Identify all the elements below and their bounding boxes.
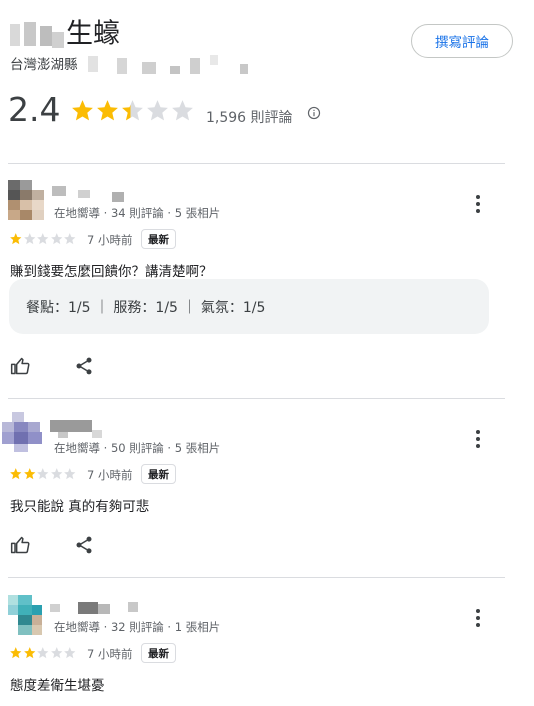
review-text: 態度差衛生堪憂 (10, 678, 105, 694)
reviewer-meta: 在地嚮導 · 32 則評論 · 1 張相片 (54, 620, 221, 634)
star-icon (172, 100, 193, 121)
avatar[interactable] (8, 180, 48, 220)
star-icon (10, 233, 22, 245)
star-icon (10, 647, 22, 659)
review-text: 我只能說 真的有夠可悲 (10, 499, 150, 515)
star-icon (64, 468, 76, 480)
star-icon (37, 233, 49, 245)
reviewer-meta: 在地嚮導 · 50 則評論 · 5 張相片 (54, 441, 221, 455)
review-subratings: 餐點：1/5 ｜ 服務：1/5 ｜ 氣氛：1/5 (9, 279, 489, 334)
average-rating-stars (70, 98, 195, 124)
blurred-name (10, 20, 66, 50)
place-title: 生蠔 (10, 16, 120, 52)
info-icon[interactable] (307, 106, 321, 120)
review-text: 賺到錢要怎麼回饋你？講清楚啊？ (10, 264, 213, 280)
star-icon (23, 233, 35, 245)
review-time: 7 小時前 (87, 468, 133, 482)
more-vert-icon[interactable] (470, 194, 486, 214)
average-rating: 2.4 (8, 90, 61, 129)
review-count-link[interactable]: 1,596 則評論 (206, 107, 293, 127)
thumb-up-icon[interactable] (10, 535, 30, 555)
share-icon[interactable] (74, 356, 94, 376)
star-icon (37, 647, 49, 659)
star-icon (72, 100, 93, 121)
new-badge: 最新 (141, 464, 176, 484)
place-location: 台灣澎湖縣 (10, 57, 78, 73)
more-vert-icon[interactable] (470, 429, 486, 449)
write-review-button[interactable]: 撰寫評論 (411, 24, 513, 58)
more-vert-icon[interactable] (470, 608, 486, 628)
star-icon (10, 468, 22, 480)
avatar[interactable] (8, 595, 48, 635)
review-stars (9, 467, 77, 481)
star-icon (147, 100, 168, 121)
divider (8, 577, 505, 578)
review-time: 7 小時前 (87, 233, 133, 247)
star-icon (64, 647, 76, 659)
avatar[interactable] (2, 412, 42, 452)
review-time: 7 小時前 (87, 647, 133, 661)
divider (8, 163, 505, 164)
place-name: 生蠔 (66, 18, 120, 50)
share-icon[interactable] (74, 535, 94, 555)
divider (8, 398, 505, 399)
thumb-up-icon[interactable] (10, 356, 30, 376)
new-badge: 最新 (141, 643, 176, 663)
star-icon (50, 233, 62, 245)
review-stars (9, 232, 77, 246)
star-icon (50, 468, 62, 480)
star-icon (64, 233, 76, 245)
reviewer-meta: 在地嚮導 · 34 則評論 · 5 張相片 (54, 206, 221, 220)
star-icon (23, 468, 35, 480)
star-icon (50, 647, 62, 659)
star-icon (37, 468, 49, 480)
star-icon (97, 100, 118, 121)
star-icon (23, 647, 35, 659)
new-badge: 最新 (141, 229, 176, 249)
review-stars (9, 646, 77, 660)
star-icon (122, 100, 143, 121)
